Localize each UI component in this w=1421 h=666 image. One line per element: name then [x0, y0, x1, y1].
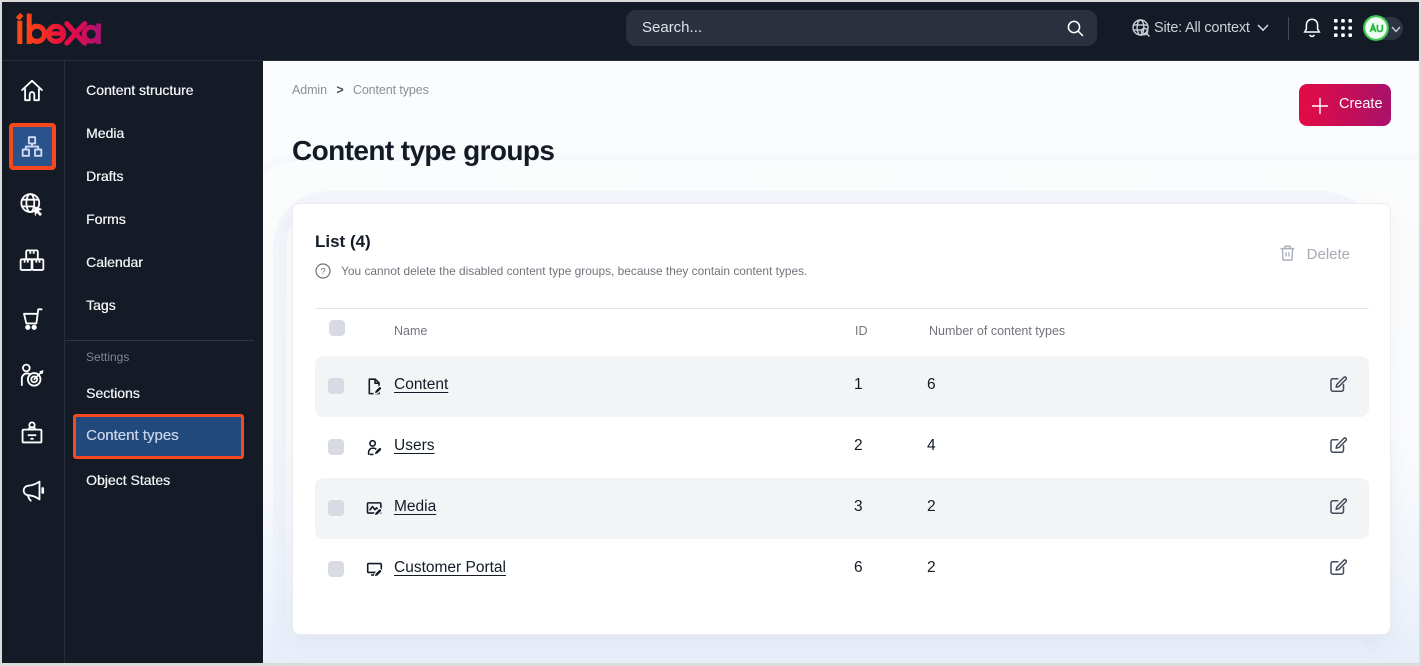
svg-text:?: ? — [320, 266, 325, 277]
